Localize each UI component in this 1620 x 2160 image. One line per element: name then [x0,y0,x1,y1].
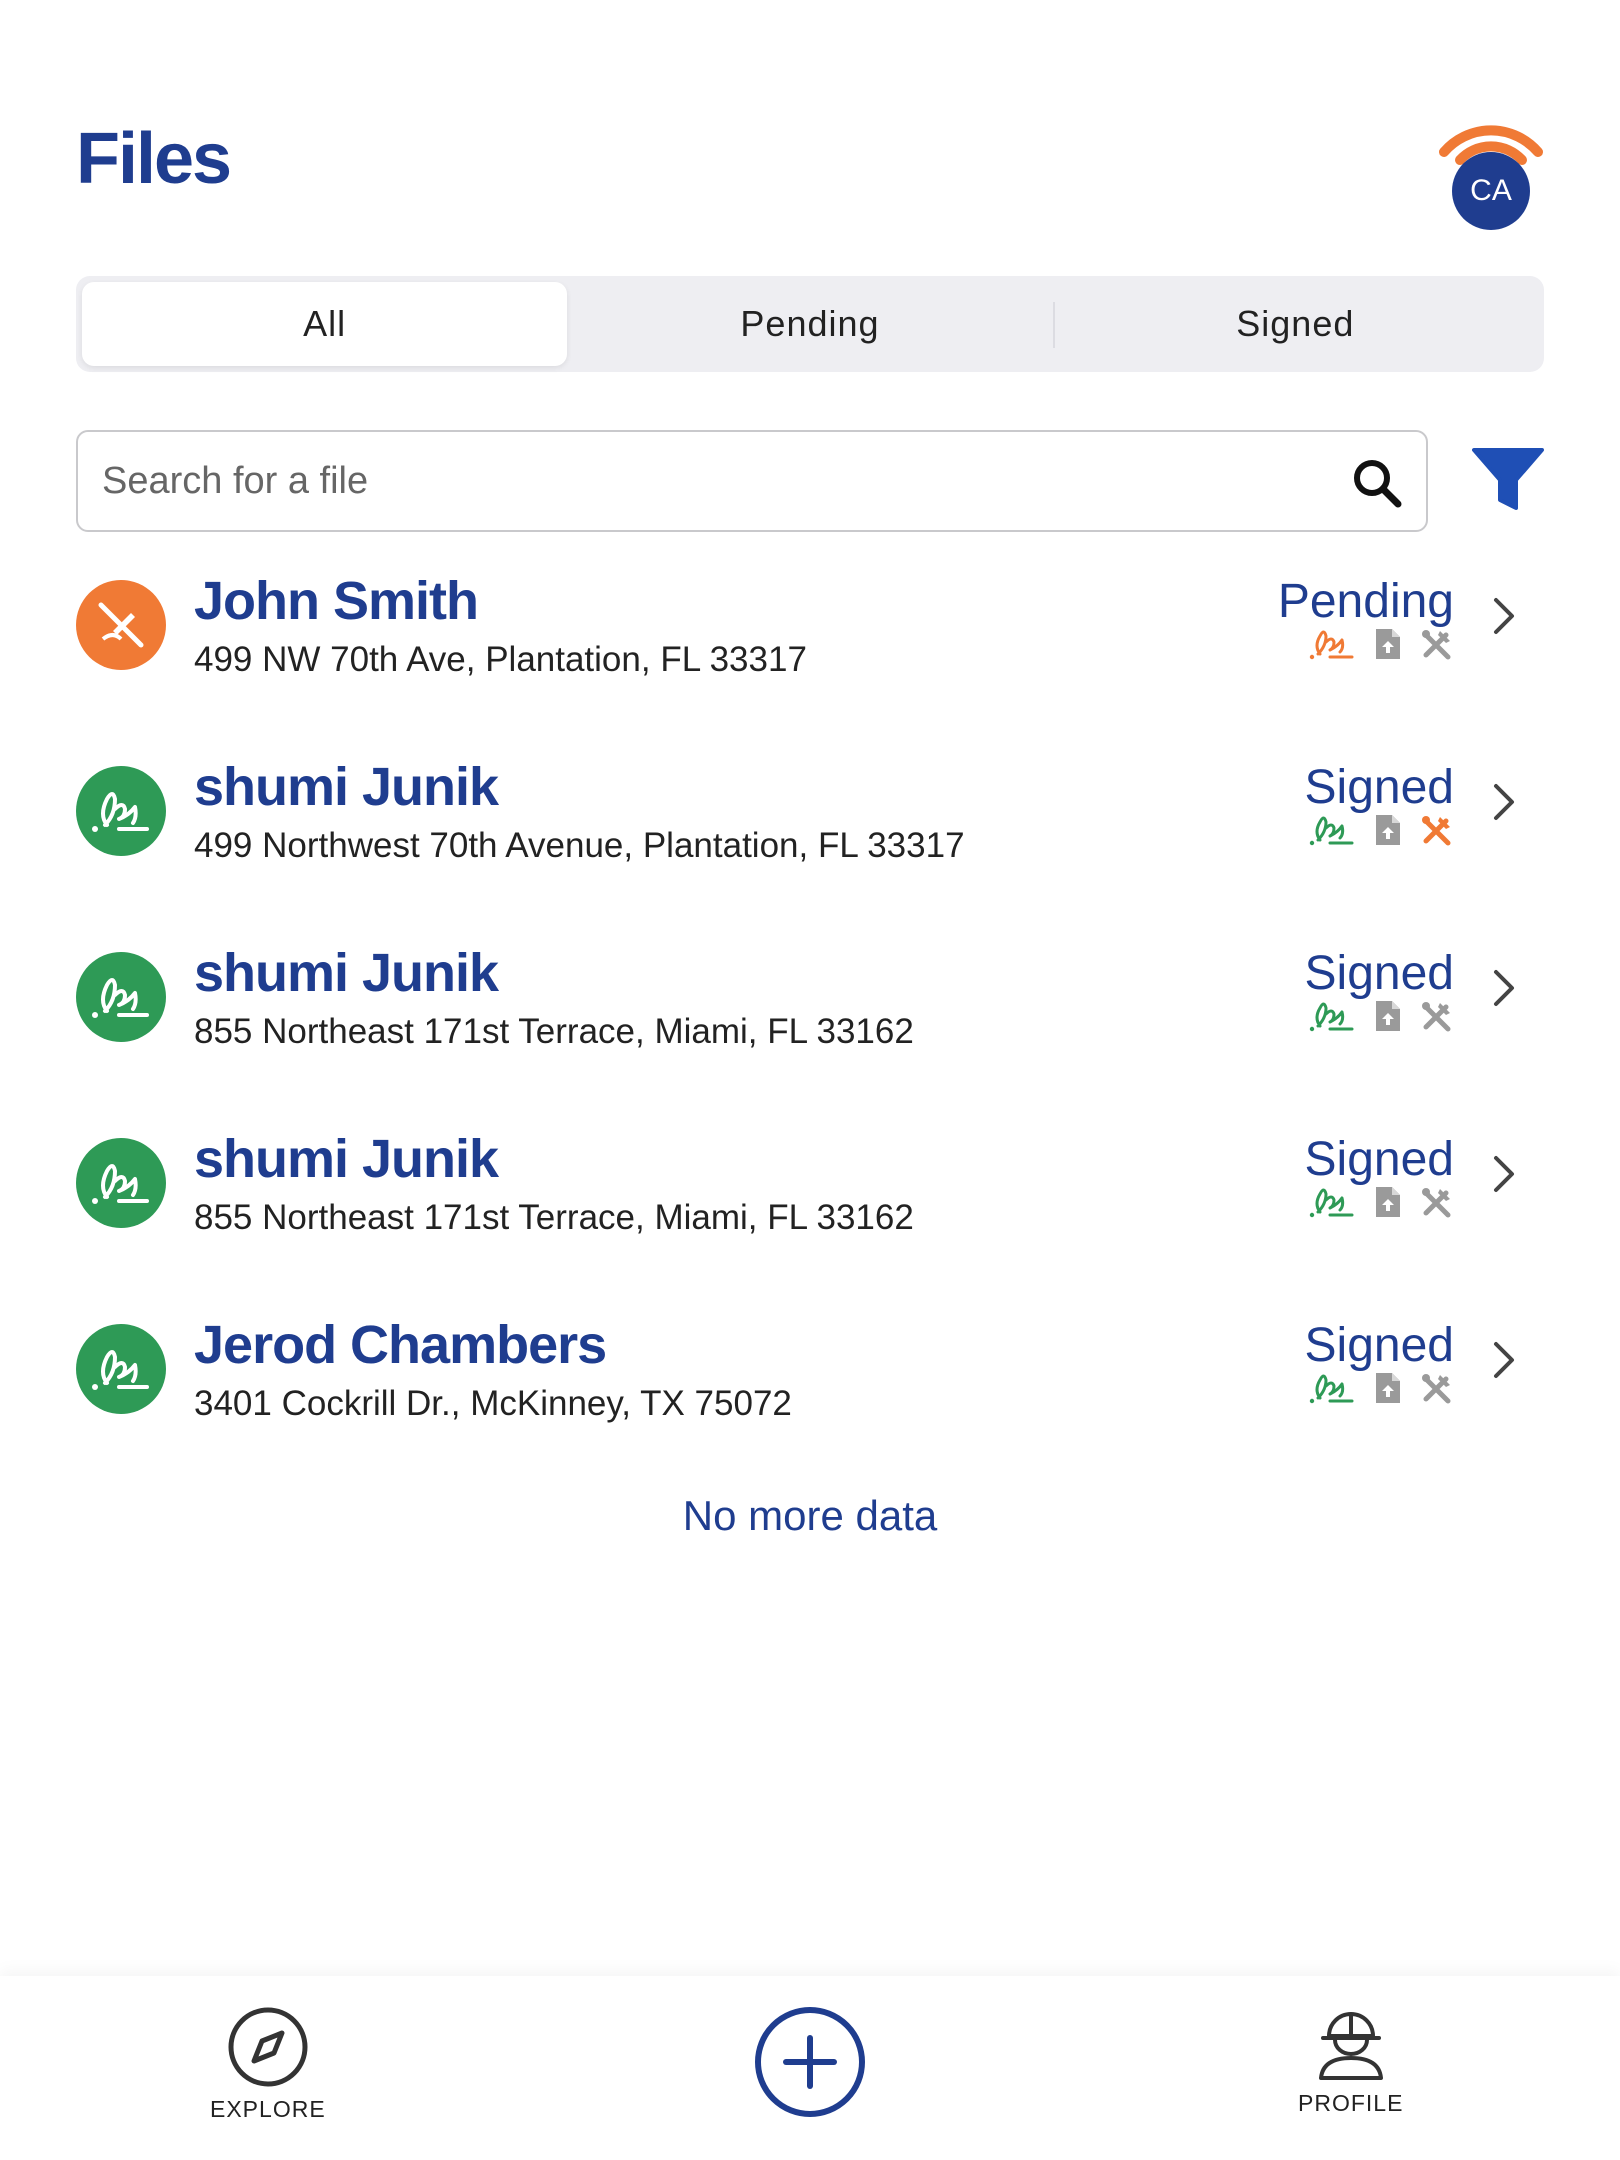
file-row[interactable]: shumi Junik 855 Northeast 171st Terrace,… [76,1118,1546,1304]
file-progress-icons [1308,626,1454,662]
nav-profile[interactable]: PROFILE [1298,2006,1403,2117]
document-upload-icon [1376,815,1400,845]
bottom-navigation: EXPLORE PROFILE [0,1976,1620,2160]
signature-icon [92,792,149,832]
tab-label: All [303,303,347,344]
file-client-name: shumi Junik [194,1129,499,1189]
file-client-name: Jerod Chambers [194,1315,607,1375]
file-progress-icons [1308,812,1454,848]
signature-icon [92,978,149,1018]
file-list: John Smith 499 NW 70th Ave, Plantation, … [76,560,1546,1490]
header: Files CA [76,110,1546,240]
signature-status-icon [1309,630,1354,660]
tools-icon [1422,1188,1451,1218]
chevron-right-icon [1494,970,1514,1006]
file-progress-icons [1308,998,1454,1034]
tab-signed[interactable]: Signed [1052,282,1538,366]
document-upload-icon [1376,1373,1400,1403]
file-client-name: shumi Junik [194,757,499,817]
tab-divider [1052,302,1055,348]
signature-off-icon [98,602,144,648]
file-row[interactable]: shumi Junik 499 Northwest 70th Avenue, P… [76,746,1546,932]
file-status-avatar [76,1324,166,1414]
tools-icon [1422,816,1451,846]
nav-explore-label: EXPLORE [210,2096,326,2122]
tab-pending[interactable]: Pending [567,282,1052,366]
signature-icon [92,1164,149,1204]
file-row[interactable]: shumi Junik 855 Northeast 171st Terrace,… [76,932,1546,1118]
file-address: 499 NW 70th Ave, Plantation, FL 33317 [194,640,807,679]
tools-icon [1422,630,1451,660]
tab-label: Pending [740,303,880,344]
nav-explore[interactable]: EXPLORE [210,2006,326,2123]
file-status: Signed [1304,1133,1454,1186]
document-upload-icon [1376,629,1400,659]
worker-helmet-icon [1318,2012,1383,2080]
document-upload-icon [1376,1187,1400,1217]
search-input[interactable] [102,432,1302,530]
signature-icon [92,1350,149,1390]
file-address: 3401 Cockrill Dr., McKinney, TX 75072 [194,1384,792,1423]
file-address: 855 Northeast 171st Terrace, Miami, FL 3… [194,1198,914,1237]
file-status: Pending [1277,575,1454,628]
file-client-name: shumi Junik [194,943,499,1003]
search-box [76,430,1428,532]
signature-status-icon [1309,816,1354,846]
file-status-avatar [76,580,166,670]
file-status-avatar [76,766,166,856]
chevron-right-icon [1494,598,1514,634]
file-row[interactable]: John Smith 499 NW 70th Ave, Plantation, … [76,560,1546,746]
tools-icon [1422,1374,1451,1404]
file-progress-icons [1308,1184,1454,1220]
account-avatar-button[interactable]: CA [1436,110,1546,230]
document-upload-icon [1376,1001,1400,1031]
file-row[interactable]: Jerod Chambers 3401 Cockrill Dr., McKinn… [76,1304,1546,1490]
signature-status-icon [1309,1188,1354,1218]
file-status-avatar [76,1138,166,1228]
tab-all[interactable]: All [82,282,568,366]
compass-icon [228,2007,308,2087]
chevron-right-icon [1494,1156,1514,1192]
tools-icon [1422,1002,1451,1032]
signature-status-icon [1309,1374,1354,1404]
signature-status-icon [1309,1002,1354,1032]
file-address: 499 Northwest 70th Avenue, Plantation, F… [194,826,965,865]
avatar: CA [1452,152,1530,230]
status-tabs: All Pending Signed [76,276,1544,372]
plus-circle-icon[interactable] [754,2006,866,2118]
filter-icon[interactable] [1472,446,1544,512]
file-status: Signed [1304,1319,1454,1372]
nav-profile-label: PROFILE [1298,2090,1404,2116]
file-status: Signed [1304,761,1454,814]
chevron-right-icon [1494,1342,1514,1378]
file-progress-icons [1308,1370,1454,1406]
chevron-right-icon [1494,784,1514,820]
no-more-data-message: No more data [682,1492,938,1539]
search-icon[interactable] [1350,456,1404,510]
file-client-name: John Smith [194,571,479,631]
page-title: Files [76,119,232,199]
file-address: 855 Northeast 171st Terrace, Miami, FL 3… [194,1012,914,1051]
file-status-avatar [76,952,166,1042]
tab-label: Signed [1236,303,1355,344]
file-status: Signed [1304,947,1454,1000]
